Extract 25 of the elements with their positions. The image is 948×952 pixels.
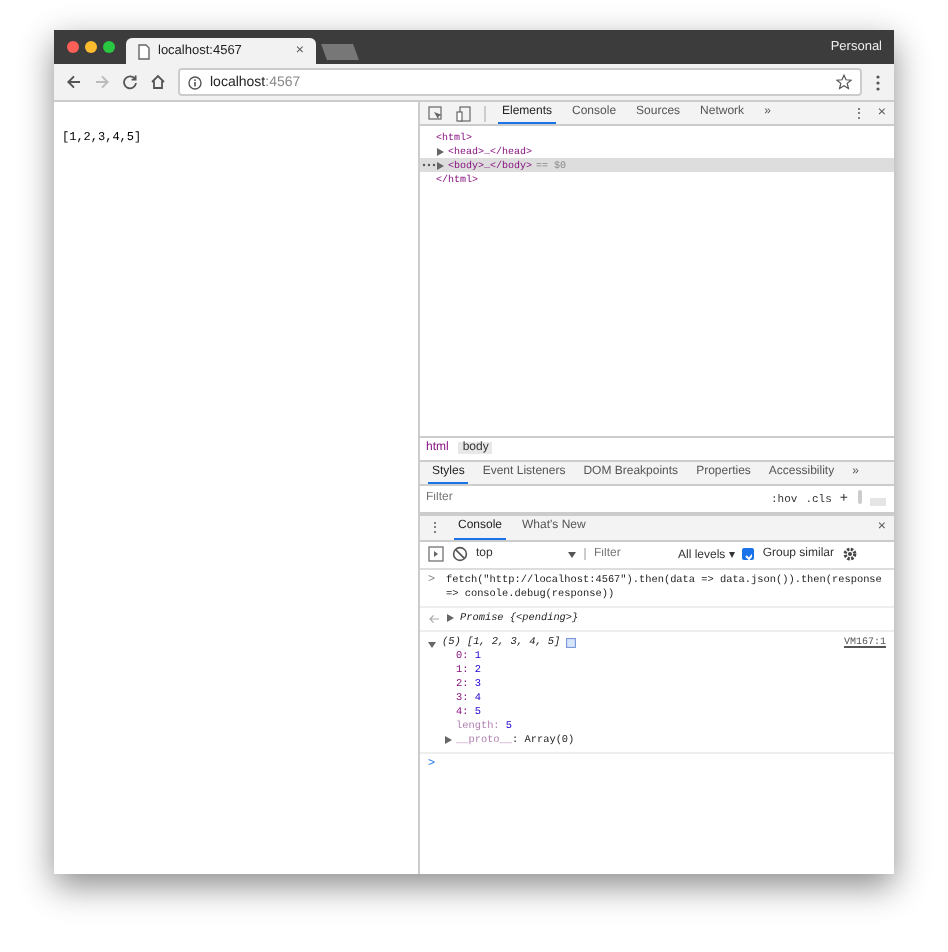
settings-icon[interactable] [842, 546, 859, 562]
dropdown-icon [568, 551, 576, 557]
star-icon[interactable] [836, 74, 852, 90]
expand-arrow-icon[interactable] [436, 162, 444, 171]
expand-arrow-icon[interactable] [436, 148, 444, 157]
expand-arrow-icon[interactable] [446, 614, 454, 622]
result-arrow-icon [428, 613, 440, 623]
sidebar-icon[interactable] [428, 546, 444, 562]
group-similar-checkbox[interactable] [742, 548, 755, 560]
more-icon[interactable] [422, 162, 436, 168]
info-icon [188, 75, 202, 89]
window-controls-icon[interactable] [66, 40, 118, 54]
collapse-arrow-icon[interactable] [428, 639, 436, 648]
page-icon [138, 43, 150, 59]
home-icon[interactable] [150, 74, 166, 90]
reload-icon[interactable] [122, 74, 138, 90]
inspect-icon[interactable] [428, 105, 444, 121]
box-model-icon [856, 488, 888, 508]
info-badge-icon [566, 637, 577, 647]
expand-arrow-icon[interactable] [444, 736, 452, 744]
device-icon[interactable] [456, 105, 472, 121]
clear-icon[interactable] [452, 546, 468, 562]
new-tab-button[interactable] [321, 44, 359, 60]
menu-icon[interactable] [874, 73, 882, 91]
back-icon[interactable] [66, 74, 82, 90]
